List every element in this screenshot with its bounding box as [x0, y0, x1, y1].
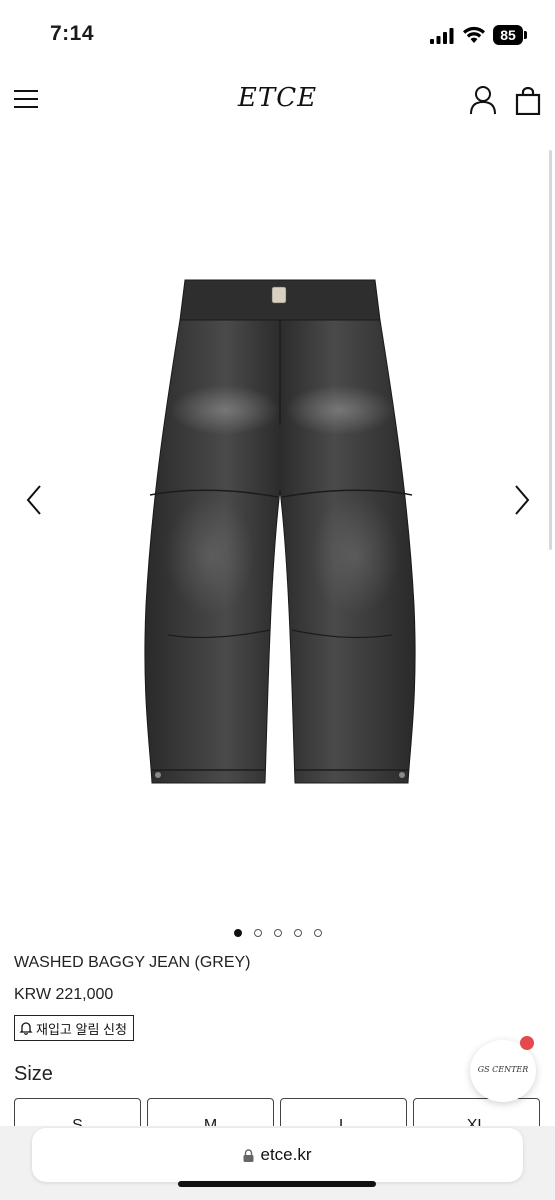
- size-label: Size: [14, 1063, 53, 1085]
- battery-indicator: 85: [493, 25, 527, 45]
- product-price: KRW 221,000: [14, 986, 114, 1003]
- pagination-dot[interactable]: [253, 929, 262, 937]
- restock-alert-button[interactable]: 재입고 알림 신청: [14, 1015, 134, 1041]
- restock-label: 재입고 알림 신청: [36, 1021, 127, 1037]
- battery-tip: [524, 31, 527, 39]
- battery-level: 85: [493, 25, 523, 45]
- pagination-dot[interactable]: [313, 929, 322, 937]
- product-image: [144, 279, 416, 784]
- user-icon[interactable]: [470, 85, 496, 115]
- browser-bottom-bar: etce.kr: [0, 1126, 555, 1200]
- status-bar: 7:14 85: [0, 0, 555, 70]
- chevron-right-icon[interactable]: [510, 483, 534, 517]
- notification-badge: [520, 1036, 534, 1050]
- chevron-left-icon[interactable]: [22, 483, 46, 517]
- status-time: 7:14: [50, 22, 95, 45]
- url-text: etce.kr: [260, 1145, 312, 1164]
- gallery-pagination: [0, 924, 555, 938]
- customer-service-button[interactable]: GS CENTER: [470, 1036, 536, 1102]
- page-scrollbar[interactable]: [549, 150, 552, 550]
- lock-icon: [243, 1148, 254, 1162]
- bell-icon: [19, 1022, 33, 1035]
- pagination-dot[interactable]: [293, 929, 302, 937]
- product-gallery[interactable]: [0, 140, 555, 910]
- site-header: ETCE: [0, 75, 555, 127]
- pagination-dot[interactable]: [273, 929, 282, 937]
- address-bar[interactable]: etce.kr: [32, 1128, 523, 1182]
- wifi-icon: [463, 26, 485, 43]
- customer-service-label: GS CENTER: [477, 1065, 529, 1074]
- home-indicator[interactable]: [178, 1181, 376, 1187]
- signal-icon: [430, 28, 454, 44]
- pagination-dot[interactable]: [233, 929, 242, 937]
- shopping-bag-icon[interactable]: [515, 87, 541, 115]
- product-name: WASHED BAGGY JEAN (GREY): [14, 954, 251, 971]
